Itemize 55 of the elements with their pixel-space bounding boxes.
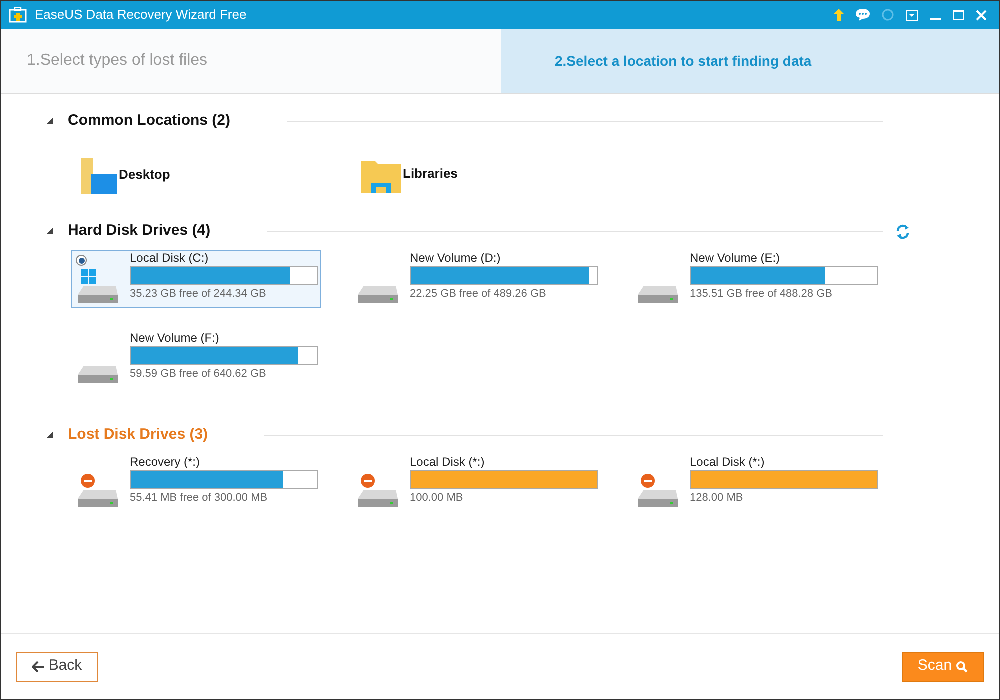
drive-name: Recovery (*:) [130, 454, 202, 470]
collapse-toggle-icon[interactable] [47, 118, 53, 124]
desktop-folder-icon [79, 156, 119, 196]
hard-drive-icon [358, 286, 398, 303]
drive-item[interactable]: Local Disk (*:) 128.00 MB [631, 454, 881, 512]
collapse-toggle-icon[interactable] [47, 432, 53, 438]
drive-capacity: 135.51 GB free of 488.28 GB [690, 287, 834, 302]
drive-item[interactable]: New Volume (F:) 59.59 GB free of 640.62 GB [71, 330, 321, 388]
hard-drive-icon [78, 286, 118, 303]
hard-drive-icon [78, 366, 118, 383]
drive-name: New Volume (D:) [410, 250, 502, 266]
drive-item[interactable]: Recovery (*:) 55.41 MB free of 300.00 MB [71, 454, 321, 512]
drive-capacity: 100.00 MB [410, 491, 464, 506]
drive-item[interactable]: New Volume (E:) 135.51 GB free of 488.28 GB [631, 250, 881, 308]
drive-capacity: 22.25 GB free of 489.26 GB [410, 287, 548, 302]
drive-name: New Volume (F:) [130, 330, 220, 346]
wizard-step: 1.Select types of lost files [1, 29, 501, 93]
location-name[interactable]: Desktop [119, 164, 170, 184]
drive-capacity: 35.23 GB free of 244.34 GB [130, 287, 268, 302]
section-heading: Lost Disk Drives (3) [68, 424, 208, 445]
drive-name: New Volume (E:) [690, 250, 782, 266]
no-entry-icon [81, 474, 95, 488]
hard-drive-icon [638, 490, 678, 507]
back-button[interactable]: Back [16, 652, 98, 682]
hard-drive-icon [638, 286, 678, 303]
section-heading: Hard Disk Drives (4) [68, 220, 211, 241]
drive-item[interactable]: Local Disk (*:) 100.00 MB [351, 454, 601, 512]
wizard-step: 2.Select a location to start finding data [501, 29, 999, 93]
upgrade-arrow-icon[interactable] [834, 9, 844, 21]
drive-name: Local Disk (C:) [130, 250, 210, 266]
dropdown-box-icon[interactable] [906, 10, 918, 20]
no-entry-icon [641, 474, 655, 488]
maximize-icon[interactable] [953, 10, 964, 20]
no-entry-icon [361, 474, 375, 488]
drive-capacity: 128.00 MB [690, 491, 744, 506]
collapse-toggle-icon[interactable] [47, 228, 53, 234]
location-name[interactable]: Libraries [403, 164, 458, 183]
left-arrow-icon [32, 660, 45, 672]
drive-item[interactable]: New Volume (D:) 22.25 GB free of 489.26 GB [351, 250, 601, 308]
windows-logo-icon [81, 269, 96, 284]
toolbox-icon [9, 7, 27, 23]
window-title: EaseUS Data Recovery Wizard Free [35, 6, 247, 24]
radio-button[interactable] [76, 255, 87, 266]
drive-item[interactable]: Local Disk (C:) 35.23 GB free of 244.34 GB [71, 250, 321, 308]
drive-name: Local Disk (*:) [690, 454, 766, 470]
close-icon[interactable] [976, 10, 987, 20]
drive-capacity: 59.59 GB free of 640.62 GB [130, 367, 268, 382]
chat-bubble-icon[interactable] [856, 9, 870, 21]
hard-drive-icon [358, 490, 398, 507]
drive-capacity: 55.41 MB free of 300.00 MB [130, 491, 269, 506]
section-heading: Common Locations (2) [68, 110, 231, 131]
refresh-icon[interactable] [895, 224, 911, 240]
drive-name: Local Disk (*:) [410, 454, 486, 470]
search-icon [956, 660, 968, 672]
hard-drive-icon [78, 490, 118, 507]
